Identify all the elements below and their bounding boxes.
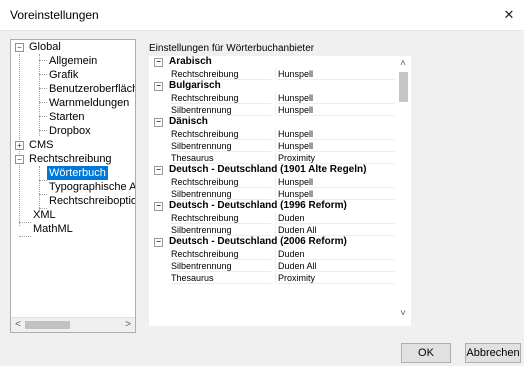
tree-item-grafik[interactable]: Grafik: [49, 68, 78, 82]
tree-item-rechtschreiboptionen[interactable]: Rechtschreiboptio: [49, 194, 135, 208]
tree-line: [39, 166, 40, 212]
tree-item-warnmeldungen[interactable]: Warnmeldungen: [49, 96, 129, 110]
tree-item-typographische[interactable]: Typographische A: [49, 180, 135, 194]
tree-item-xml[interactable]: XML: [33, 208, 56, 222]
table-row[interactable]: Silbentrennung Duden All: [149, 260, 395, 272]
tree-item-dropbox[interactable]: Dropbox: [49, 124, 91, 138]
dictionary-provider-grid[interactable]: − Arabisch Rechtschreibung Hunspell − Bu…: [149, 56, 411, 326]
window-title: Voreinstellungen: [10, 8, 99, 22]
group-header[interactable]: − Deutsch - Deutschland (2006 Reform): [149, 236, 395, 248]
table-row[interactable]: Thesaurus Proximity: [149, 272, 395, 284]
tree-item-allgemein[interactable]: Allgemein: [49, 54, 97, 68]
grid-vertical-scrollbar[interactable]: ˄ ˅: [395, 56, 411, 326]
tree-item-benutzeroberflaeche[interactable]: Benutzeroberfläch: [49, 82, 135, 96]
close-icon[interactable]: ✕: [494, 0, 524, 30]
table-row[interactable]: Silbentrennung Duden All: [149, 224, 395, 236]
table-row[interactable]: Rechtschreibung Duden: [149, 248, 395, 260]
collapse-icon[interactable]: −: [154, 58, 163, 67]
table-row[interactable]: Rechtschreibung Duden: [149, 212, 395, 224]
table-row[interactable]: Rechtschreibung Hunspell: [149, 128, 395, 140]
table-row[interactable]: Rechtschreibung Hunspell: [149, 92, 395, 104]
table-row[interactable]: Rechtschreibung Hunspell: [149, 68, 395, 80]
title-bar: Voreinstellungen ✕: [0, 0, 524, 30]
tree-item-rechtschreibung[interactable]: Rechtschreibung: [29, 152, 112, 166]
collapse-icon[interactable]: −: [15, 43, 24, 52]
ok-button[interactable]: OK: [401, 343, 451, 363]
collapse-icon[interactable]: −: [154, 238, 163, 247]
scroll-right-icon[interactable]: >: [121, 318, 135, 332]
table-row[interactable]: Silbentrennung Hunspell: [149, 104, 395, 116]
collapse-icon[interactable]: −: [154, 166, 163, 175]
table-row[interactable]: Thesaurus Proximity: [149, 152, 395, 164]
group-header[interactable]: − Arabisch: [149, 56, 395, 68]
settings-tree[interactable]: − Global Allgemein Grafik Benutzeroberfl…: [10, 39, 136, 333]
scroll-thumb[interactable]: [25, 321, 70, 329]
title-separator: [0, 30, 524, 31]
group-header[interactable]: − Bulgarisch: [149, 80, 395, 92]
tree-line: [19, 54, 20, 226]
group-header[interactable]: − Dänisch: [149, 116, 395, 128]
collapse-icon[interactable]: −: [154, 202, 163, 211]
tree-item-starten[interactable]: Starten: [49, 110, 84, 124]
table-row[interactable]: Rechtschreibung Hunspell: [149, 176, 395, 188]
tree-item-global[interactable]: Global: [29, 40, 61, 54]
scroll-down-icon[interactable]: ˅: [395, 308, 411, 319]
table-row[interactable]: Silbentrennung Hunspell: [149, 140, 395, 152]
collapse-icon[interactable]: −: [154, 118, 163, 127]
scroll-up-icon[interactable]: ˄: [395, 58, 411, 69]
scroll-left-icon[interactable]: <: [11, 318, 25, 332]
collapse-icon[interactable]: −: [15, 155, 24, 164]
group-header[interactable]: − Deutsch - Deutschland (1996 Reform): [149, 200, 395, 212]
expand-icon[interactable]: +: [15, 141, 24, 150]
cancel-button[interactable]: Abbrechen: [465, 343, 521, 363]
group-header[interactable]: − Deutsch - Deutschland (1901 Alte Regel…: [149, 164, 395, 176]
scroll-thumb[interactable]: [399, 72, 408, 102]
tree-line: [39, 54, 40, 136]
tree-item-mathml[interactable]: MathML: [33, 222, 73, 236]
tree-horizontal-scrollbar[interactable]: < >: [11, 317, 135, 332]
tree-item-woerterbuch[interactable]: Wörterbuch: [47, 166, 108, 180]
panel-label: Einstellungen für Wörterbuchanbieter: [149, 43, 315, 54]
tree-item-cms[interactable]: CMS: [29, 138, 53, 152]
table-row[interactable]: Silbentrennung Hunspell: [149, 188, 395, 200]
collapse-icon[interactable]: −: [154, 82, 163, 91]
